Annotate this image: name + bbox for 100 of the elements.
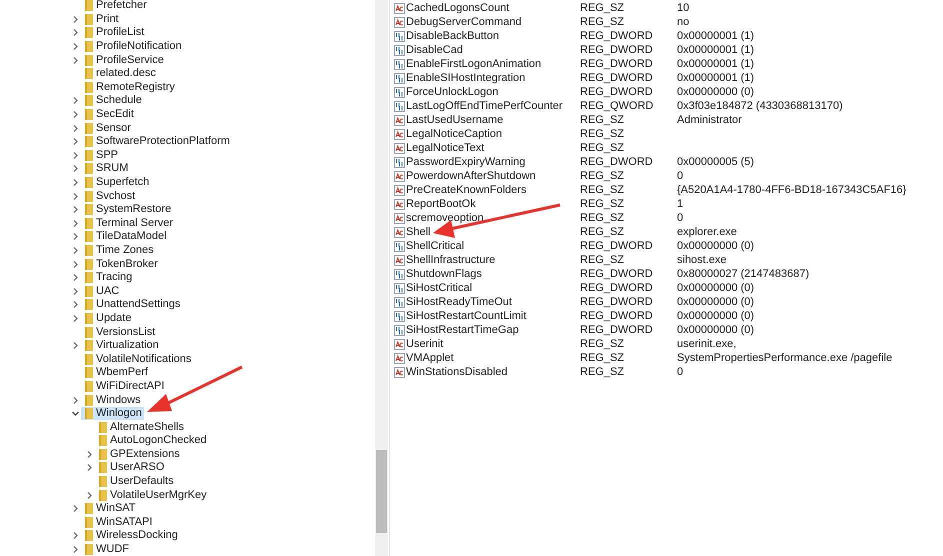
- chevron-icon[interactable]: [72, 56, 79, 64]
- chevron-icon[interactable]: [72, 532, 79, 540]
- tree-item[interactable]: Schedule: [81, 94, 144, 108]
- chevron-icon[interactable]: [86, 492, 93, 499]
- tree-item[interactable]: Winlogon: [81, 407, 144, 420]
- chevron-icon[interactable]: [72, 314, 79, 322]
- chevron-icon[interactable]: [72, 43, 79, 50]
- chevron-icon[interactable]: [72, 546, 79, 554]
- value-name[interactable]: LastUsedUsername: [406, 112, 504, 128]
- tree-item[interactable]: WiFiDirectAPI: [81, 380, 166, 393]
- value-name[interactable]: DisableBackButton: [406, 28, 499, 44]
- chevron-icon[interactable]: [72, 288, 79, 295]
- value-name[interactable]: SiHostReadyTimeOut: [406, 294, 512, 310]
- tree-item[interactable]: Time Zones: [81, 244, 156, 257]
- value-name[interactable]: LegalNoticeText: [406, 140, 484, 156]
- tree-item[interactable]: Tracing: [81, 271, 134, 284]
- chevron-icon[interactable]: [72, 206, 79, 214]
- chevron-icon[interactable]: [72, 111, 79, 118]
- tree-item[interactable]: Print: [81, 12, 121, 26]
- tree-item[interactable]: related.desc: [81, 67, 158, 80]
- tree-item[interactable]: Update: [81, 312, 134, 325]
- tree-item[interactable]: GPExtensions: [95, 448, 182, 461]
- chevron-icon[interactable]: [72, 16, 79, 23]
- tree-item[interactable]: VolatileNotifications: [81, 352, 194, 366]
- chevron-icon[interactable]: [72, 97, 79, 104]
- tree-item[interactable]: UnattendSettings: [81, 298, 182, 312]
- chevron-icon[interactable]: [72, 505, 79, 512]
- chevron-icon[interactable]: [72, 192, 79, 200]
- tree-item[interactable]: WUDF: [81, 543, 131, 556]
- value-name[interactable]: Shell: [406, 224, 430, 240]
- tree-item[interactable]: SecEdit: [81, 108, 136, 122]
- chevron-icon[interactable]: [72, 165, 79, 172]
- value-name[interactable]: PreCreateKnownFolders: [406, 182, 526, 198]
- value-name[interactable]: ForceUnlockLogon: [406, 84, 498, 100]
- chevron-icon[interactable]: [72, 301, 79, 308]
- tree-item[interactable]: Terminal Server: [81, 216, 176, 230]
- tree-item[interactable]: SystemRestore: [81, 203, 174, 216]
- tree-item[interactable]: VersionsList: [81, 326, 158, 339]
- value-name[interactable]: VMApplet: [406, 350, 454, 366]
- tree-item[interactable]: Svchost: [81, 190, 138, 203]
- scrollbar-track[interactable]: [375, 0, 388, 556]
- tree-item[interactable]: AutoLogonChecked: [95, 434, 209, 448]
- chevron-icon[interactable]: [72, 246, 79, 254]
- value-name[interactable]: SiHostRestartCountLimit: [406, 308, 526, 324]
- chevron-icon[interactable]: [86, 450, 93, 458]
- value-name[interactable]: ShutdownFlags: [406, 266, 482, 282]
- tree-item[interactable]: Virtualization: [81, 339, 161, 352]
- tree-item[interactable]: UserARSO: [95, 461, 166, 474]
- chevron-icon[interactable]: [72, 342, 79, 350]
- tree-item[interactable]: Superfetch: [81, 176, 152, 190]
- value-name[interactable]: scremoveoption: [406, 210, 484, 226]
- value-name[interactable]: SiHostCritical: [406, 280, 472, 296]
- value-name[interactable]: LegalNoticeCaption: [406, 126, 502, 142]
- tree-item[interactable]: UserDefaults: [95, 475, 176, 488]
- chevron-icon[interactable]: [86, 464, 93, 472]
- value-name[interactable]: ShellCritical: [406, 238, 464, 254]
- chevron-icon[interactable]: [72, 260, 79, 268]
- chevron-icon[interactable]: [72, 124, 79, 132]
- value-name[interactable]: SiHostRestartTimeGap: [406, 322, 519, 338]
- tree-item[interactable]: Prefetcher: [81, 0, 149, 12]
- chevron-icon[interactable]: [72, 233, 79, 240]
- value-name[interactable]: CachedLogonsCount: [406, 0, 510, 16]
- tree-item[interactable]: TokenBroker: [81, 258, 160, 271]
- value-name[interactable]: LastLogOffEndTimePerfCounter: [406, 98, 563, 114]
- tree-item[interactable]: WinSAT: [81, 502, 138, 516]
- tree-item[interactable]: UAC: [81, 284, 122, 298]
- tree-item[interactable]: Windows: [81, 394, 143, 407]
- tree-item[interactable]: ProfileService: [81, 54, 166, 67]
- chevron-icon[interactable]: [72, 410, 79, 418]
- tree-item[interactable]: AlternateShells: [95, 420, 186, 434]
- tree-item[interactable]: VolatileUserMgrKey: [95, 488, 209, 502]
- value-name[interactable]: EnableSIHostIntegration: [406, 70, 526, 86]
- tree-item[interactable]: Sensor: [81, 122, 133, 135]
- value-name[interactable]: WinStationsDisabled: [406, 364, 508, 380]
- chevron-icon[interactable]: [72, 396, 79, 404]
- tree-item[interactable]: RemoteRegistry: [81, 80, 177, 94]
- tree-item[interactable]: TileDataModel: [81, 230, 169, 244]
- tree-item[interactable]: WbemPerf: [81, 366, 150, 380]
- value-name[interactable]: PasswordExpiryWarning: [406, 154, 526, 170]
- value-name[interactable]: DebugServerCommand: [406, 14, 522, 30]
- tree-item[interactable]: WirelessDocking: [81, 529, 180, 542]
- tree-item[interactable]: ProfileList: [81, 26, 146, 40]
- chevron-icon[interactable]: [72, 29, 79, 36]
- tree-item[interactable]: SPP: [81, 148, 120, 162]
- scrollbar-thumb[interactable]: [376, 450, 387, 533]
- value-name[interactable]: DisableCad: [406, 42, 463, 58]
- value-name[interactable]: ReportBootOk: [406, 196, 476, 212]
- chevron-icon[interactable]: [72, 179, 79, 186]
- tree-item[interactable]: WinSATAPI: [81, 516, 154, 529]
- chevron-icon[interactable]: [72, 138, 79, 146]
- value-name[interactable]: ShellInfrastructure: [406, 252, 496, 268]
- chevron-icon[interactable]: [72, 220, 79, 227]
- chevron-icon[interactable]: [72, 274, 79, 282]
- tree-item[interactable]: ProfileNotification: [81, 40, 184, 54]
- value-name[interactable]: PowerdownAfterShutdown: [406, 168, 536, 184]
- value-name[interactable]: Userinit: [406, 336, 444, 352]
- value-name[interactable]: EnableFirstLogonAnimation: [406, 56, 542, 72]
- chevron-icon[interactable]: [72, 152, 79, 159]
- tree-item[interactable]: SoftwareProtectionPlatform: [81, 135, 232, 148]
- tree-item[interactable]: SRUM: [81, 162, 130, 176]
